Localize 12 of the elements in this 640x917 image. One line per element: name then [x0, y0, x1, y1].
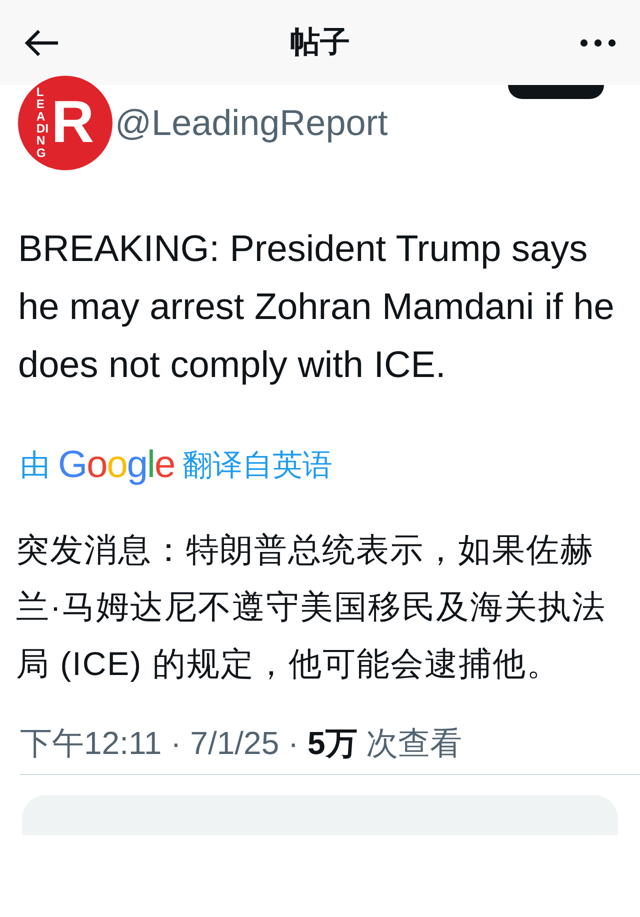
- logo-word: LEADING: [36, 86, 49, 159]
- user-handle[interactable]: @LeadingReport: [115, 102, 388, 144]
- translation-source-label[interactable]: 翻译自英语: [182, 445, 333, 486]
- more-icon[interactable]: [580, 38, 616, 46]
- back-arrow-icon[interactable]: [24, 28, 60, 56]
- translated-by-label: 由: [20, 448, 50, 484]
- translated-text: 突发消息：特朗普总统表示，如果佐赫兰·马姆达尼不遵守美国移民及海关执法局 (ICE) 的规定，他可能会逮捕他。: [15, 530, 607, 684]
- google-logo[interactable]: Google: [58, 444, 175, 487]
- logo-letter: R: [51, 88, 94, 156]
- page-title: 帖子: [290, 25, 350, 61]
- post-meta: 下午12:11 · 7/1/25 · 5万 次查看: [20, 722, 640, 775]
- tweet-text: BREAKING: President Trump says he may arrest Zohran Mamdani if he does not comply with ICE.: [17, 227, 616, 387]
